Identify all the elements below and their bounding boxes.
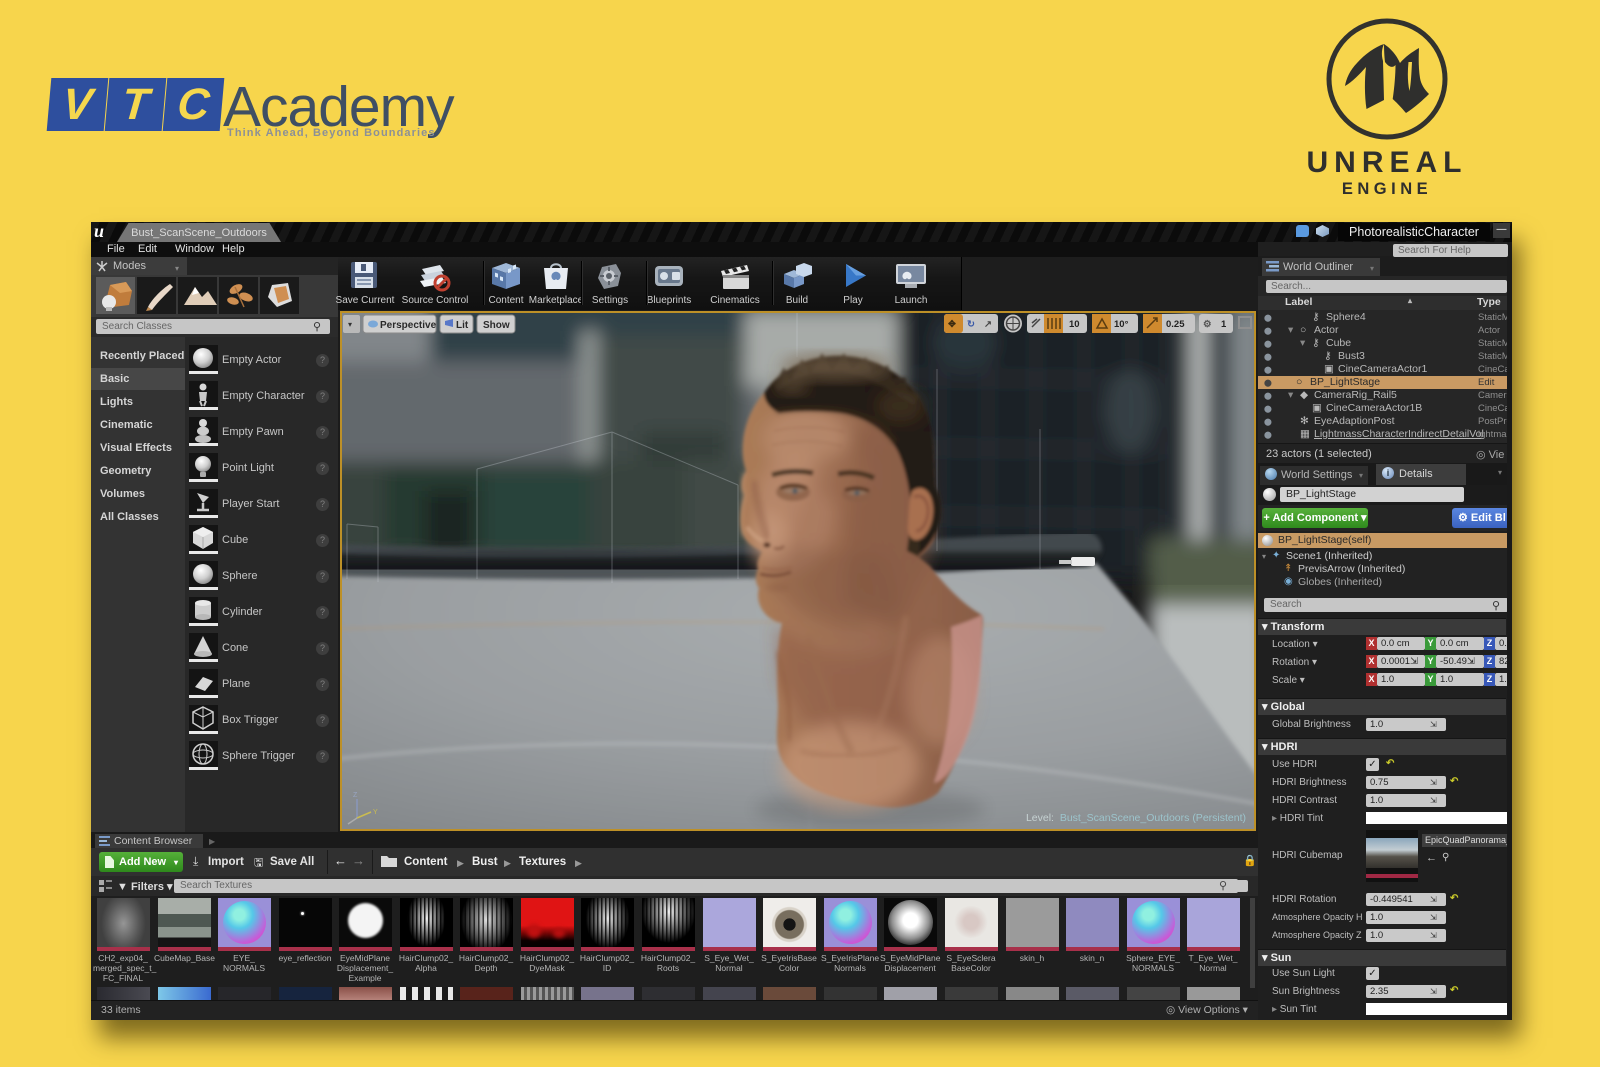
svg-text:ENGINE: ENGINE: [1342, 180, 1432, 198]
svg-text:10°: 10°: [1114, 319, 1129, 330]
svg-text:Y: Y: [373, 809, 378, 816]
svg-text:⚙: ⚙: [1203, 319, 1212, 330]
svg-text:UNREAL: UNREAL: [1307, 146, 1468, 179]
svg-text:Z: Z: [353, 792, 358, 799]
svg-text:1: 1: [1221, 319, 1227, 330]
svg-text:↻: ↻: [967, 319, 975, 330]
svg-text:▾: ▾: [348, 320, 352, 329]
svg-text:Lit: Lit: [456, 320, 469, 331]
svg-text:Show: Show: [483, 320, 510, 331]
svg-text:↗: ↗: [984, 319, 992, 330]
svg-text:✥: ✥: [948, 319, 957, 330]
svg-text:Perspective: Perspective: [380, 320, 437, 331]
svg-text:10: 10: [1069, 319, 1080, 330]
svg-text:Level: Bust_ScanScene_Outdoor: Level: Bust_ScanScene_Outdoors (Persiste…: [1026, 812, 1246, 824]
svg-text:0.25: 0.25: [1166, 319, 1185, 330]
